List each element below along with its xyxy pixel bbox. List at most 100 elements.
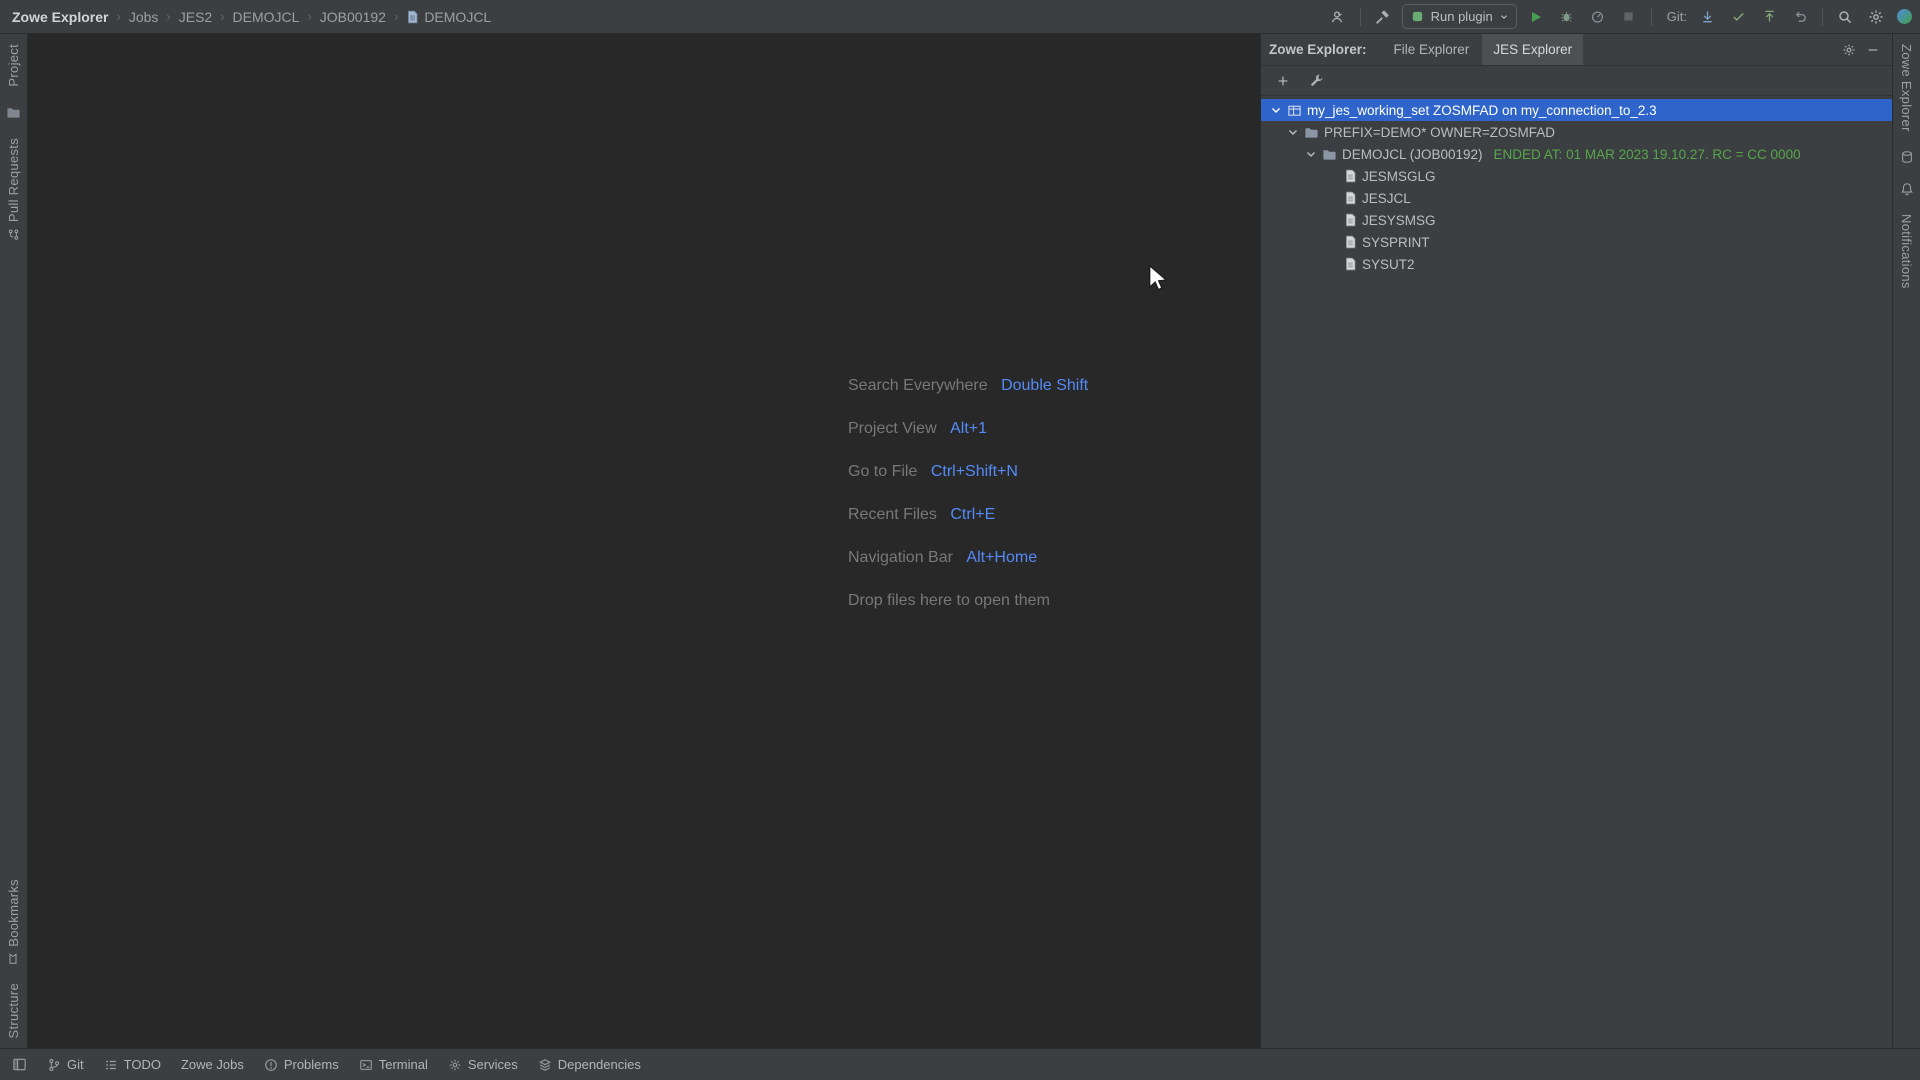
tool-window-title[interactable]: Zowe Explorer: — [1269, 42, 1367, 57]
statusbar-git-label: Git — [67, 1057, 84, 1072]
tab-file-explorer[interactable]: File Explorer — [1383, 34, 1481, 65]
add-icon[interactable] — [1272, 70, 1294, 92]
settings-icon[interactable] — [1864, 5, 1888, 29]
hint-shortcut: Ctrl+E — [950, 506, 995, 523]
user-account-button[interactable] — [1326, 5, 1350, 29]
tool-stripe-project[interactable]: Project — [6, 44, 21, 87]
stop-icon — [1617, 5, 1641, 29]
main-area: Project Pull Requests Bookmarks — [0, 34, 1920, 1048]
folder-icon[interactable] — [6, 105, 21, 120]
tool-stripe-notifications-label: Notifications — [1899, 214, 1914, 289]
git-push-icon[interactable] — [1757, 5, 1781, 29]
breadcrumb-item-demojcl-file[interactable]: DEMOJCL — [424, 9, 491, 25]
tree-node-label: JESYSMSG — [1362, 213, 1436, 228]
tree-node-label: SYSPRINT — [1362, 235, 1430, 250]
spool-file-icon — [1344, 191, 1357, 205]
job-status-text: ENDED AT: 01 MAR 2023 19.10.27. RC = CC … — [1494, 147, 1801, 162]
spool-file-icon — [1344, 213, 1357, 227]
hint-row: Navigation Bar Alt+Home — [848, 546, 1088, 570]
tree-row-spool-file[interactable]: JESJCL — [1261, 187, 1892, 209]
tool-stripe-pull-requests-label: Pull Requests — [6, 138, 21, 222]
statusbar-services[interactable]: Services — [439, 1049, 527, 1080]
hint-label: Project View — [848, 420, 937, 437]
statusbar-terminal[interactable]: Terminal — [350, 1049, 437, 1080]
hint-shortcut: Alt+Home — [966, 549, 1037, 566]
drop-files-hint: Drop files here to open them — [848, 592, 1050, 609]
tool-stripe-bookmarks[interactable]: Bookmarks — [6, 879, 21, 965]
terminal-icon — [359, 1058, 373, 1072]
tree-row-spool-file[interactable]: SYSPRINT — [1261, 231, 1892, 253]
tree-row-prefix-filter[interactable]: PREFIX=DEMO* OWNER=ZOSMFAD — [1261, 121, 1892, 143]
chevron-down-icon[interactable] — [1305, 148, 1317, 160]
tree-row-job[interactable]: DEMOJCL (JOB00192) ENDED AT: 01 MAR 2023… — [1261, 143, 1892, 165]
toolbar-separator — [1822, 8, 1823, 26]
profiler-icon[interactable] — [1586, 5, 1610, 29]
tool-stripe-zowe-explorer[interactable]: Zowe Explorer — [1899, 44, 1914, 132]
run-icon[interactable] — [1524, 5, 1548, 29]
toolbar-separator — [1651, 8, 1652, 26]
statusbar-services-label: Services — [468, 1057, 518, 1072]
breadcrumb-item-zowe-explorer[interactable]: Zowe Explorer — [12, 9, 108, 25]
breadcrumb-item-job00192[interactable]: JOB00192 — [320, 9, 386, 25]
settings-icon[interactable] — [1838, 39, 1860, 61]
breadcrumb-item-demojcl[interactable]: DEMOJCL — [233, 9, 300, 25]
spool-file-icon — [1344, 169, 1357, 183]
chevron-down-icon[interactable] — [1287, 126, 1299, 138]
notification-badge[interactable] — [1897, 9, 1912, 24]
statusbar-dependencies-label: Dependencies — [558, 1057, 641, 1072]
jes-toolbar — [1261, 66, 1892, 96]
run-configuration-select[interactable]: Run plugin — [1402, 4, 1517, 29]
tree-node-label: JESJCL — [1362, 191, 1411, 206]
statusbar-git[interactable]: Git — [38, 1049, 93, 1080]
tree-row-working-set[interactable]: my_jes_working_set ZOSMFAD on my_connect… — [1261, 99, 1892, 121]
tool-stripe-bookmarks-label: Bookmarks — [6, 879, 21, 947]
hint-label: Navigation Bar — [848, 549, 953, 566]
wrench-icon[interactable] — [1305, 70, 1327, 92]
tree-row-spool-file[interactable]: JESMSGLG — [1261, 165, 1892, 187]
todo-icon — [104, 1058, 118, 1072]
hint-label: Go to File — [848, 463, 917, 480]
breadcrumb-item-jes2[interactable]: JES2 — [179, 9, 212, 25]
left-tool-stripe: Project Pull Requests Bookmarks — [0, 34, 28, 1048]
statusbar-dependencies[interactable]: Dependencies — [529, 1049, 650, 1080]
breadcrumb-item-jobs[interactable]: Jobs — [129, 9, 159, 25]
statusbar-problems[interactable]: Problems — [255, 1049, 348, 1080]
chevron-down-icon — [1500, 13, 1508, 21]
git-update-icon[interactable] — [1695, 5, 1719, 29]
tree-node-label: my_jes_working_set ZOSMFAD on my_connect… — [1307, 103, 1657, 118]
editor-shortcut-hints: Search Everywhere Double Shift Project V… — [848, 374, 1088, 632]
spool-file-icon — [1344, 235, 1357, 249]
tool-stripe-zowe-explorer-label: Zowe Explorer — [1899, 44, 1914, 132]
editor-area: Search Everywhere Double Shift Project V… — [28, 34, 1260, 1048]
tree-node-label: JESMSGLG — [1362, 169, 1436, 184]
statusbar-zowe-jobs[interactable]: Zowe Jobs — [172, 1049, 253, 1080]
bell-icon[interactable] — [1900, 182, 1914, 196]
run-configuration-label: Run plugin — [1431, 9, 1493, 24]
tool-stripe-structure[interactable]: Structure — [6, 983, 21, 1038]
left-stripe-top: Project Pull Requests — [6, 44, 21, 241]
jes-explorer-panel: Zowe Explorer: File Explorer JES Explore… — [1260, 34, 1892, 1048]
tool-stripe-pull-requests[interactable]: Pull Requests — [6, 138, 21, 241]
tree-row-spool-file[interactable]: JESYSMSG — [1261, 209, 1892, 231]
chevron-down-icon[interactable] — [1270, 104, 1282, 116]
tool-stripe-notifications[interactable]: Notifications — [1899, 214, 1914, 289]
spool-file-icon — [1344, 257, 1357, 271]
toolbar-actions: Run plugin Git: — [1326, 4, 1912, 29]
undo-icon[interactable] — [1788, 5, 1812, 29]
search-icon[interactable] — [1833, 5, 1857, 29]
git-label: Git: — [1667, 9, 1687, 24]
database-icon[interactable] — [1900, 150, 1914, 164]
problems-icon — [264, 1058, 278, 1072]
toolbar-separator — [1360, 8, 1361, 26]
hint-row: Search Everywhere Double Shift — [848, 374, 1088, 398]
statusbar-todo[interactable]: TODO — [95, 1049, 170, 1080]
statusbar-zowe-jobs-label: Zowe Jobs — [181, 1057, 244, 1072]
tab-jes-explorer[interactable]: JES Explorer — [1482, 34, 1583, 65]
git-commit-icon[interactable] — [1726, 5, 1750, 29]
jes-tree: my_jes_working_set ZOSMFAD on my_connect… — [1261, 96, 1892, 1048]
hide-icon[interactable] — [1862, 39, 1884, 61]
debug-icon[interactable] — [1555, 5, 1579, 29]
tree-row-spool-file[interactable]: SYSUT2 — [1261, 253, 1892, 275]
hammer-icon[interactable] — [1371, 5, 1395, 29]
tool-windows-icon[interactable] — [8, 1049, 30, 1080]
